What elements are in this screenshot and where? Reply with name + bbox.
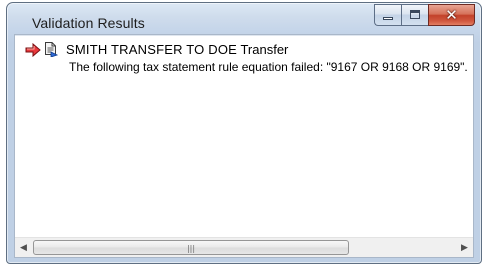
minimize-button[interactable] (374, 4, 401, 26)
results-list: SMITH TRANSFER TO DOE Transfer The follo… (15, 35, 473, 237)
caption-buttons: ✕ (374, 4, 475, 26)
scroll-left-button[interactable]: ◀ (15, 238, 32, 257)
scrollbar-thumb[interactable]: ||| (33, 240, 349, 255)
result-item[interactable]: SMITH TRANSFER TO DOE Transfer (25, 42, 288, 58)
minimize-icon (383, 17, 393, 20)
window-title: Validation Results (32, 15, 145, 31)
scroll-right-button[interactable]: ▶ (456, 238, 473, 257)
chevron-right-icon: ▶ (461, 242, 468, 252)
results-pane: SMITH TRANSFER TO DOE Transfer The follo… (14, 34, 474, 258)
close-icon: ✕ (445, 6, 458, 24)
maximize-icon (410, 10, 420, 19)
chevron-left-icon: ◀ (20, 242, 27, 252)
result-type: Transfer (240, 42, 289, 57)
maximize-button[interactable] (401, 4, 428, 26)
scrollbar-grip: ||| (186, 244, 196, 253)
arrow-right-icon (25, 42, 41, 57)
close-button[interactable]: ✕ (428, 4, 475, 26)
result-title: SMITH TRANSFER TO DOE Transfer (66, 42, 288, 57)
result-name: SMITH TRANSFER TO DOE (66, 42, 238, 57)
validation-results-window: Validation Results ✕ SMITH TRANSFER TO D… (6, 2, 482, 264)
document-icon (44, 42, 59, 58)
horizontal-scrollbar[interactable]: ◀ ||| ▶ (15, 237, 473, 257)
result-message: The following tax statement rule equatio… (69, 60, 468, 74)
